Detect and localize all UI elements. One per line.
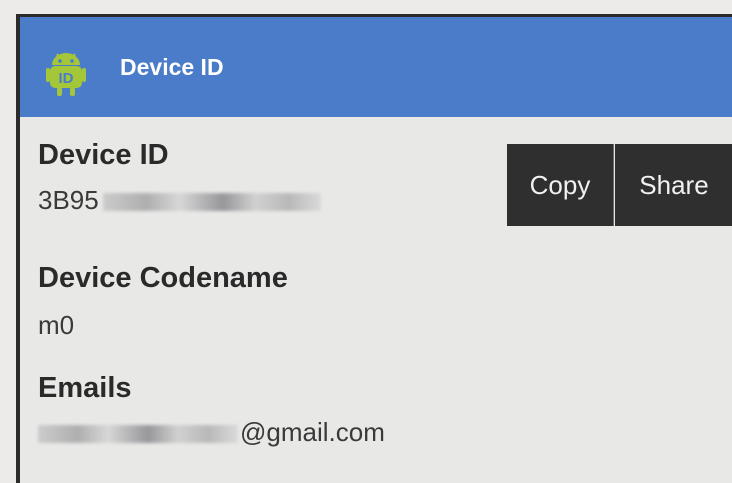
- svg-text:ID: ID: [59, 70, 74, 87]
- copy-button[interactable]: Copy: [507, 144, 614, 226]
- email-redacted: [38, 425, 238, 444]
- device-id-label: Device ID: [38, 139, 169, 171]
- device-id-value: 3B95: [38, 185, 321, 216]
- app-title: Device ID: [120, 54, 224, 80]
- codename-label: Device Codename: [38, 262, 288, 294]
- content-area: Copy Share Device ID 3B95 Device Codenam…: [20, 117, 732, 483]
- emails-label: Emails: [38, 372, 132, 404]
- codename-value: m0: [38, 310, 75, 340]
- app-bar: ID Device ID: [20, 17, 732, 117]
- share-button[interactable]: Share: [615, 144, 732, 226]
- email-visible-suffix: @gmail.com: [240, 417, 385, 447]
- device-id-visible-prefix: 3B95: [38, 185, 99, 215]
- email-value: @gmail.com: [38, 417, 385, 448]
- device-id-redacted: [102, 193, 321, 212]
- app-window: ID Device ID Copy Share Device ID 3B95 D…: [16, 14, 732, 483]
- android-robot-icon: ID: [46, 53, 86, 96]
